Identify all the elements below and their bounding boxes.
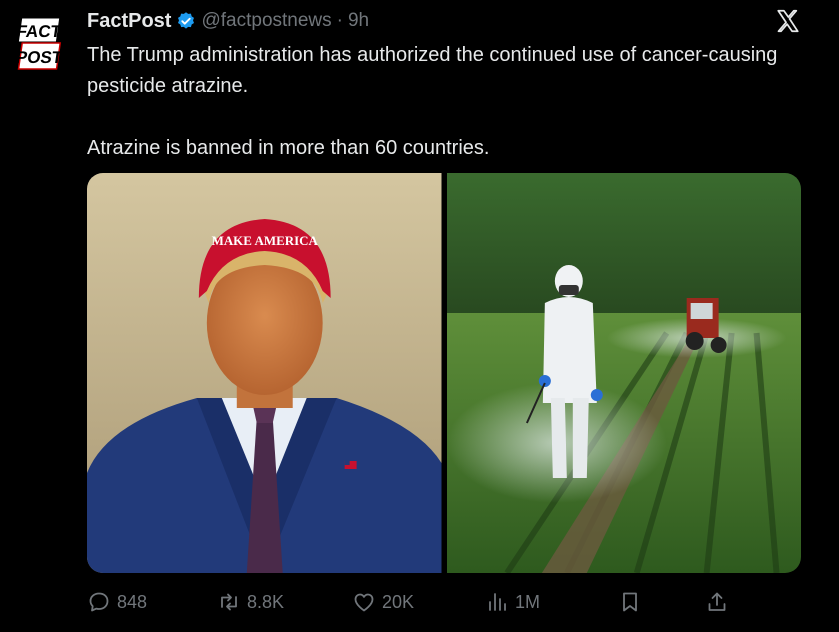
avatar-text-bottom: POST [15,48,64,67]
cap-text: MAKE AMERICA [212,233,319,248]
bookmark-icon [623,592,637,612]
like-icon [354,593,374,612]
bookmark-button[interactable] [618,586,642,618]
action-bar: 848 8.8K 20K 1M [87,586,747,618]
tweet-text-line1: The Trump administration has authorized … [87,44,778,97]
retweet-button[interactable]: 8.8K [217,586,284,618]
share-button[interactable] [705,586,729,618]
views-count: 1M [515,591,541,612]
retweet-count: 8.8K [247,591,285,612]
separator-dot: · [336,10,343,31]
avatar-text-top: FACT [15,22,63,41]
verified-icon [178,12,195,29]
x-logo-icon[interactable] [775,8,801,34]
author-handle[interactable]: @factpostnews [201,10,331,32]
reply-button[interactable]: 848 [87,586,147,618]
like-button[interactable]: 20K [352,586,414,618]
retweet-icon [221,593,237,611]
avatar[interactable]: FACT POST [14,16,64,74]
like-count: 20K [382,591,415,612]
tweet-text: The Trump administration has authorized … [87,40,807,164]
photo-field-spraying[interactable] [446,173,801,573]
views-button[interactable]: 1M [485,586,540,618]
tweet-time[interactable]: 9h [348,10,369,32]
reply-count: 848 [117,591,148,612]
photo-portrait[interactable]: MAKE AMERICA [87,173,442,573]
tweet-header: FactPost @factpostnews · 9h [87,8,369,34]
views-icon [489,593,506,611]
tweet-text-line2: Atrazine is banned in more than 60 count… [87,137,490,159]
author-name[interactable]: FactPost [87,10,171,33]
reply-icon [89,592,109,612]
tweet-media[interactable]: MAKE AMERICA [87,173,801,573]
share-icon [708,592,726,611]
